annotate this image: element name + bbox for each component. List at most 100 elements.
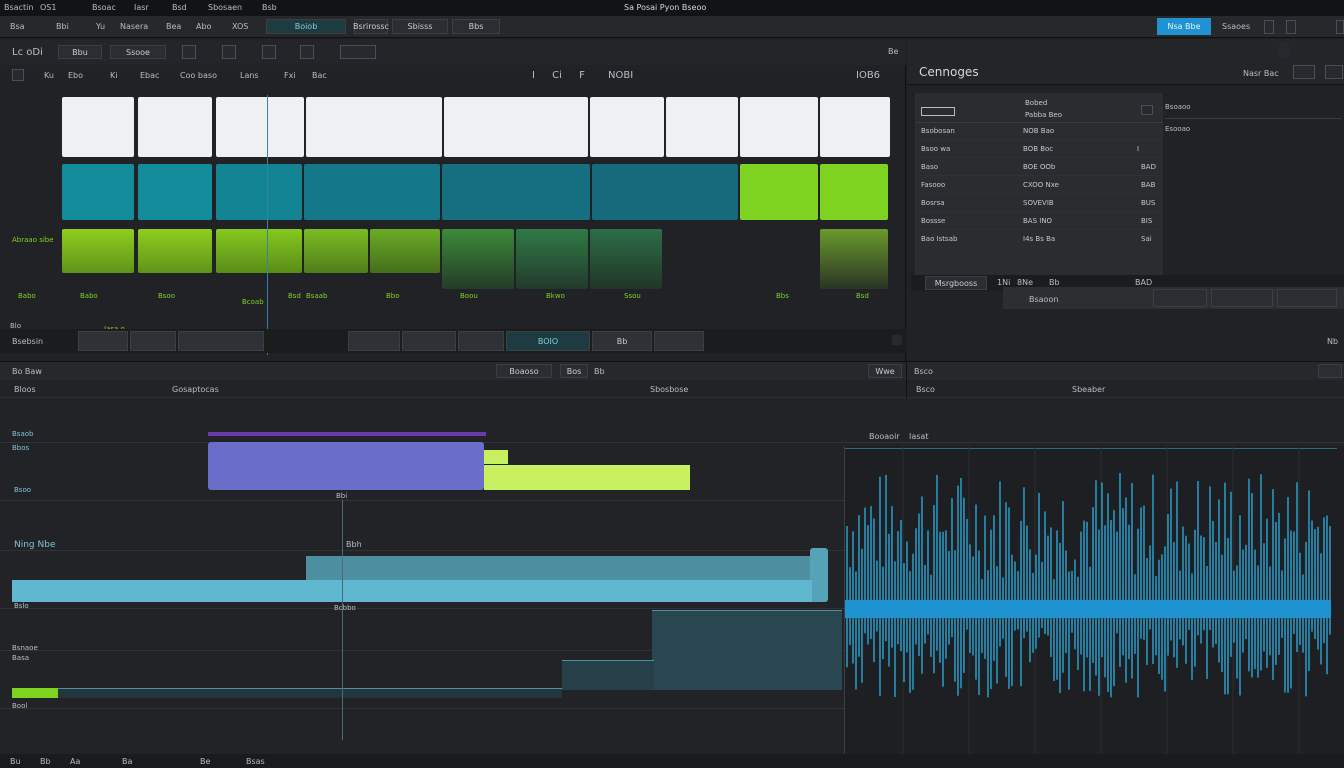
grid-icon[interactable] (1286, 20, 1296, 34)
sub-item[interactable]: Bac (312, 71, 327, 80)
menu-item[interactable]: Bsoac (92, 3, 116, 12)
footer-button[interactable] (654, 331, 704, 351)
transport-controls[interactable]: I Ci F (532, 70, 585, 81)
toolbar-item[interactable]: Abo (196, 22, 211, 31)
footer-item[interactable]: Bb (40, 757, 51, 766)
list-icon[interactable] (300, 45, 314, 59)
pattern-icon[interactable] (340, 45, 376, 59)
footer-tab[interactable]: BAD (1135, 278, 1152, 287)
menu-item[interactable]: Bsd (172, 3, 187, 12)
strip-button[interactable] (1153, 289, 1207, 307)
clip-purple[interactable] (208, 432, 486, 436)
table-row[interactable]: Fasooo CXOO Nxe BAB (915, 177, 1163, 194)
toolbar-button[interactable]: Bbs (452, 19, 500, 34)
track-label[interactable]: Basa (12, 654, 29, 662)
pad[interactable] (216, 164, 302, 220)
pad[interactable] (442, 164, 590, 220)
sub-item[interactable]: Fxi (284, 71, 296, 80)
pad[interactable] (590, 97, 664, 157)
toolbar-item[interactable]: Nasera (120, 22, 148, 31)
strip-label[interactable]: Bsaoon (1029, 295, 1058, 304)
pad[interactable] (666, 97, 738, 157)
sub-item[interactable]: Lans (240, 71, 259, 80)
toolbar-button[interactable]: Bsrirossc (353, 19, 389, 34)
more-icon[interactable] (1336, 20, 1344, 34)
pad[interactable] (62, 164, 134, 220)
clip-dark[interactable] (56, 688, 562, 698)
table-row[interactable]: Bossse BAS INO BIS (915, 213, 1163, 230)
pad[interactable] (592, 164, 738, 220)
tag-icon[interactable] (1141, 105, 1153, 115)
pad[interactable] (216, 97, 304, 157)
pad[interactable] (62, 229, 134, 273)
pad[interactable] (138, 164, 212, 220)
toolbar-item[interactable]: Yu (96, 22, 105, 31)
table-row[interactable]: Baso BOE OOb BAD (915, 159, 1163, 176)
footer-button[interactable] (402, 331, 456, 351)
clip-cyan[interactable] (12, 580, 812, 602)
track-label[interactable]: Ning Nbe (14, 540, 56, 550)
playhead[interactable] (267, 95, 268, 355)
record-icon[interactable] (262, 45, 276, 59)
footer-tab[interactable]: 1Ni (997, 278, 1010, 287)
footer-button[interactable] (178, 331, 264, 351)
pad[interactable] (370, 229, 440, 273)
sub-item[interactable]: Coo baso (180, 71, 217, 80)
tab-pattern[interactable]: Bbu (58, 45, 102, 59)
footer-button-active[interactable]: BOIO (506, 331, 590, 351)
pad[interactable] (442, 229, 514, 289)
settings-icon[interactable] (1279, 43, 1289, 57)
table-row[interactable]: Bsoo wa BOB Boc I (915, 141, 1163, 158)
footer-item[interactable]: Aa (70, 757, 80, 766)
pad[interactable] (590, 229, 662, 289)
mode-label[interactable]: NOBI (608, 70, 633, 81)
pad[interactable] (138, 97, 212, 157)
footer-button[interactable] (78, 331, 128, 351)
grid-icon[interactable] (1293, 65, 1315, 79)
toolbar-item[interactable]: Bsa (10, 22, 25, 31)
menu-item[interactable]: Sbosaen (208, 3, 242, 12)
footer-tab[interactable]: Msrgbooss (925, 276, 987, 290)
footer-button[interactable] (458, 331, 504, 351)
clip-lime[interactable] (484, 450, 508, 464)
bars-icon[interactable] (222, 45, 236, 59)
pad[interactable] (516, 229, 588, 289)
clip-teal[interactable] (810, 548, 828, 602)
pad[interactable] (62, 97, 134, 157)
pad[interactable] (444, 97, 588, 157)
clip-green[interactable] (12, 688, 58, 698)
toolbar-item[interactable]: XOS (232, 22, 248, 31)
header-button[interactable]: Wwe (868, 364, 902, 378)
footer-button[interactable] (130, 331, 176, 351)
pad[interactable] (304, 164, 440, 220)
tab-sequence[interactable]: Ssooe (110, 45, 166, 59)
toolbar-item[interactable]: Bbi (56, 22, 69, 31)
clip-dark[interactable] (562, 660, 654, 690)
header-button[interactable] (1318, 364, 1342, 378)
primary-button[interactable]: Nsa Bbe (1157, 18, 1211, 35)
footer-tab[interactable]: Bb (1049, 278, 1060, 287)
pad-grid[interactable] (60, 95, 892, 305)
header-button[interactable]: Nasr Bac (1243, 69, 1279, 78)
table-row[interactable]: Bsobosan NOB Bao (915, 123, 1163, 140)
clip-purple[interactable] (208, 442, 484, 490)
header-button[interactable]: Boaoso (496, 364, 552, 378)
grid-icon[interactable] (182, 45, 196, 59)
menu-item[interactable]: Bsb (262, 3, 277, 12)
sub-item[interactable]: Ebac (140, 71, 159, 80)
sub-item[interactable]: Ku (44, 71, 54, 80)
grid-icon[interactable] (1325, 65, 1343, 79)
square-icon[interactable] (12, 69, 24, 81)
strip-button[interactable] (1211, 289, 1273, 307)
toolbar-item[interactable]: Bea (166, 22, 181, 31)
table-row[interactable]: Bosrsa SOVEVIB BUS (915, 195, 1163, 212)
pad[interactable] (740, 97, 818, 157)
strip-button[interactable] (1277, 289, 1337, 307)
footer-item[interactable]: Ba (122, 757, 132, 766)
sub-item[interactable]: Ebo (68, 71, 83, 80)
footer-button[interactable]: Bb (592, 331, 652, 351)
table-row[interactable]: Bao Istsab I4s Bs Ba Sai (915, 231, 1163, 248)
footer-tab[interactable]: 8Ne (1017, 278, 1033, 287)
menu-item[interactable]: Bsactin (4, 3, 33, 12)
toolbar-button[interactable]: Boiob (266, 19, 346, 34)
